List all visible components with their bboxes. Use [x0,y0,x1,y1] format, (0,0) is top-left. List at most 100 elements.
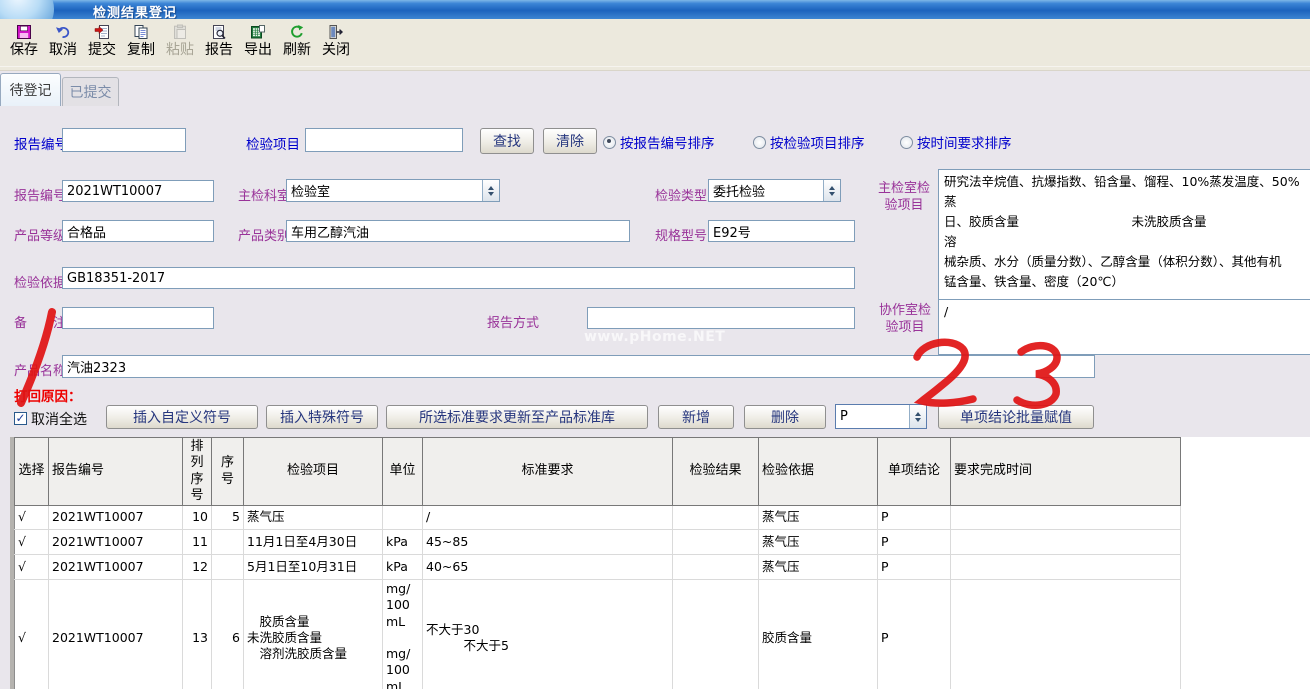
cell-unit: kPa [383,530,423,555]
cell-select[interactable]: √ [15,530,49,555]
add-button[interactable]: 新增 [658,405,734,429]
column-header-standard[interactable]: 标准要求 [423,438,673,506]
delete-button[interactable]: 删除 [744,405,826,429]
toolbar-button-cancel[interactable]: 取消 [46,23,80,60]
toolbar-button-label: 取消 [49,40,77,60]
radio-button-icon[interactable] [603,136,616,149]
insert-custom-symbol-button[interactable]: 插入自定义符号 [106,405,258,429]
coop-lab-items-box[interactable]: / [938,299,1310,355]
uncheck-all-checkbox[interactable] [14,412,27,425]
radio-button-icon[interactable] [900,136,913,149]
table-row[interactable]: √2021WT10007136 胶质含量 未洗胶质含量 溶剂洗胶质含量mg/ 1… [15,580,1181,689]
cell-due-time [951,530,1181,555]
radio-sort-by-time[interactable]: 按时间要求排序 [900,132,1012,152]
cell-conclusion: P [878,555,951,580]
toolbar-button-close[interactable]: 关闭 [319,23,353,60]
column-header-conclusion[interactable]: 单项结论 [878,438,951,506]
product-grade-input[interactable] [62,220,214,242]
toolbar-button-refresh[interactable]: 刷新 [280,23,314,60]
table-row[interactable]: √2021WT100071111月1日至4月30日kPa45~85蒸气压P [15,530,1181,555]
save-icon [15,23,33,40]
return-reason-label: 打回原因： [14,385,82,405]
spinner-icon[interactable] [823,180,840,201]
tab-pending[interactable]: 待登记 [0,73,61,106]
product-grade-label: 产品等级 [14,225,66,244]
cell-basis: 蒸气压 [759,530,878,555]
report-method-input[interactable] [587,307,855,329]
clear-button[interactable]: 清除 [543,128,597,154]
radio-button-icon[interactable] [753,136,766,149]
toolbar-button-submit[interactable]: 提交 [85,23,119,60]
cell-unit [383,506,423,530]
column-header-report-no[interactable]: 报告编号 [49,438,183,506]
report-no-input[interactable] [62,180,214,202]
table-row[interactable]: √2021WT10007105蒸气压/蒸气压P [15,506,1181,530]
cell-report-no: 2021WT10007 [49,580,183,689]
cell-seq-no [212,530,244,555]
cell-standard: / [423,506,673,530]
cell-order-no: 11 [183,530,212,555]
cell-standard: 不大于30 不大于5 [423,580,673,689]
toolbar: 保存取消提交复制粘贴报告导出刷新关闭 [0,19,1310,71]
batch-assign-button[interactable]: 单项结论批量赋值 [938,405,1094,429]
cell-conclusion: P [878,530,951,555]
toolbar-button-export[interactable]: 导出 [241,23,275,60]
submit-icon [93,23,111,40]
column-header-select[interactable]: 选择 [15,438,49,506]
tab-submitted[interactable]: 已提交 [62,77,119,106]
toolbar-button-report[interactable]: 报告 [202,23,236,60]
inspection-type-combo[interactable]: 委托检验 [708,179,841,202]
export-icon [249,23,267,40]
radio-sort-by-item[interactable]: 按检验项目排序 [753,132,865,152]
conclusion-value: P [836,405,909,428]
spinner-icon[interactable] [909,405,926,428]
product-name-input[interactable] [62,355,1095,378]
cell-conclusion: P [878,506,951,530]
main-dept-value: 检验室 [287,180,482,201]
radio-sort-by-report-no[interactable]: 按报告编号排序 [603,132,715,152]
remark-input[interactable] [62,307,214,329]
remark-label: 备 注 [14,312,66,331]
column-header-result[interactable]: 检验结果 [673,438,759,506]
toolbar-button-copy[interactable]: 复制 [124,23,158,60]
paste-icon [171,23,189,40]
insert-special-symbol-button[interactable]: 插入特殊符号 [266,405,378,429]
toolbar-button-label: 刷新 [283,40,311,60]
spec-model-input[interactable] [708,220,855,242]
window-title: 检测结果登记 [93,2,177,19]
undo-icon [54,23,72,40]
search-report-no-label: 报告编号 [14,133,68,153]
main-dept-combo[interactable]: 检验室 [286,179,500,202]
cell-report-no: 2021WT10007 [49,555,183,580]
main-lab-items-label: 主检室检验项目 [873,181,935,215]
conclusion-combo[interactable]: P [835,404,927,429]
product-category-input[interactable] [286,220,630,242]
inspection-basis-input[interactable] [62,267,855,289]
column-header-unit[interactable]: 单位 [383,438,423,506]
column-header-seq-no[interactable]: 序号 [212,438,244,506]
column-header-basis[interactable]: 检验依据 [759,438,878,506]
table-row[interactable]: √2021WT10007125月1日至10月31日kPa40~65蒸气压P [15,555,1181,580]
inspection-basis-label: 检验依据 [14,272,66,291]
cell-result [673,580,759,689]
main-lab-items-box[interactable]: 研究法辛烷值、抗爆指数、铅含量、馏程、10%蒸发温度、50%蒸 日、胶质含量 未… [938,169,1310,300]
cell-select[interactable]: √ [15,555,49,580]
column-header-order-no[interactable]: 排列序号 [183,438,212,506]
cell-item: 胶质含量 未洗胶质含量 溶剂洗胶质含量 [244,580,383,689]
cell-basis: 蒸气压 [759,555,878,580]
cell-basis: 胶质含量 [759,580,878,689]
toolbar-button-save[interactable]: 保存 [7,23,41,60]
column-header-due-time[interactable]: 要求完成时间 [951,438,1181,506]
cell-select[interactable]: √ [15,506,49,530]
spinner-icon[interactable] [482,180,499,201]
tab-strip: 待登记已提交 [0,66,1310,106]
update-standard-library-button[interactable]: 所选标准要求更新至产品标准库 [386,405,648,429]
search-report-no-input[interactable] [62,128,186,152]
toolbar-button-label: 粘贴 [166,40,194,60]
cell-select[interactable]: √ [15,580,49,689]
search-item-input[interactable] [305,128,463,152]
toolbar-button-label: 报告 [205,40,233,60]
inspection-type-label: 检验类型 [655,185,707,204]
find-button[interactable]: 查找 [480,128,534,154]
column-header-item[interactable]: 检验项目 [244,438,383,506]
